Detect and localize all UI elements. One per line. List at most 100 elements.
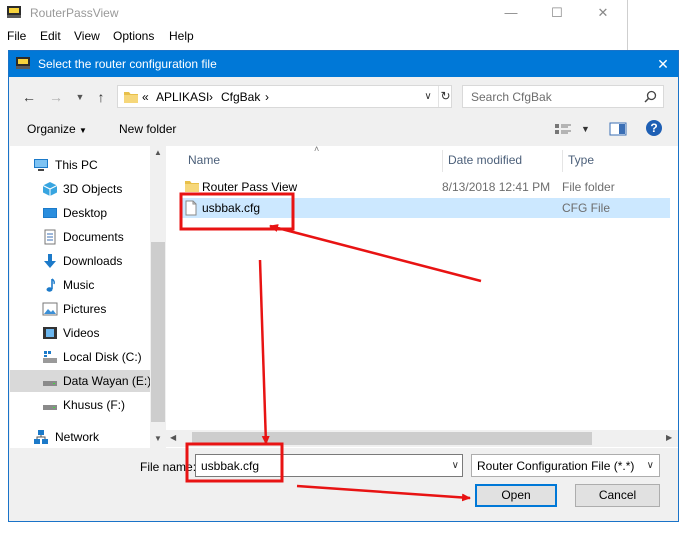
new-folder-button[interactable]: New folder (119, 122, 176, 136)
minimize-icon[interactable]: — (488, 0, 534, 26)
help-icon[interactable]: ? (646, 120, 662, 136)
scrollbar-thumb[interactable] (151, 242, 165, 422)
back-arrow-icon[interactable]: ← (19, 87, 39, 107)
nav-item-label: Music (63, 278, 95, 292)
organize-button[interactable]: Organize ▼ (27, 122, 87, 136)
pictures-icon (42, 302, 58, 316)
horizontal-scrollbar[interactable]: ◀ ▶ (166, 430, 678, 447)
parent-titlebar: RouterPassView — ☐ ✕ (0, 0, 628, 26)
computer-icon (34, 159, 48, 171)
close-icon[interactable]: ✕ (580, 0, 626, 26)
menu-edit[interactable]: Edit (40, 29, 61, 43)
parent-window-title: RouterPassView (30, 6, 119, 20)
dialog-titlebar: Select the router configuration file ✕ (9, 51, 678, 77)
nav-item-label: 3D Objects (63, 182, 123, 196)
file-name-field[interactable]: usbbak.cfg ∨ (195, 454, 463, 477)
nav-item-desktop[interactable]: Desktop (10, 202, 150, 224)
nav-item-label: Local Disk (C:) (63, 350, 142, 364)
file-type: File folder (562, 180, 615, 194)
file-name-label: File name: (140, 460, 197, 474)
menu-options[interactable]: Options (113, 29, 154, 43)
column-header-date[interactable]: Date modified (448, 153, 522, 167)
nav-item-pictures[interactable]: Pictures (10, 298, 150, 320)
nav-item-label: Pictures (63, 302, 107, 316)
music-icon (46, 278, 55, 292)
nav-item-label: Videos (63, 326, 100, 340)
file-row-router-pass-view[interactable]: Router Pass View 8/13/2018 12:41 PM File… (180, 177, 670, 197)
refresh-icon[interactable]: ↻ (438, 86, 452, 107)
drive-icon (43, 381, 57, 386)
local-disk-icon (43, 351, 57, 363)
scrollbar-thumb[interactable] (192, 432, 592, 445)
scroll-up-icon[interactable]: ▲ (154, 148, 162, 157)
breadcrumb-separator: › (265, 90, 269, 104)
view-options-icon[interactable] (554, 122, 572, 136)
breadcrumb-overflow[interactable]: « (142, 90, 149, 104)
open-file-dialog: Select the router configuration file ✕ ←… (8, 50, 679, 522)
scroll-down-icon[interactable]: ▼ (154, 434, 162, 443)
nav-item-music[interactable]: Music (10, 274, 150, 296)
chevron-down-icon[interactable]: ▼ (581, 124, 590, 134)
folder-icon (185, 181, 199, 192)
menu-help[interactable]: Help (169, 29, 194, 43)
app-icon (16, 57, 30, 69)
nav-item-downloads[interactable]: Downloads (10, 250, 150, 272)
nav-item-label: Desktop (63, 206, 108, 220)
breadcrumb-cfgbak[interactable]: CfgBak (221, 90, 260, 104)
search-input[interactable]: Search CfgBak (462, 85, 664, 108)
scroll-right-icon[interactable]: ▶ (666, 433, 672, 442)
dialog-title: Select the router configuration file (38, 57, 217, 71)
nav-item-videos[interactable]: Videos (10, 322, 150, 344)
maximize-icon[interactable]: ☐ (534, 0, 580, 26)
nav-item-local-disk[interactable]: Local Disk (C:) (10, 346, 150, 368)
close-icon[interactable]: ✕ (648, 51, 678, 77)
chevron-down-icon[interactable]: ∨ (420, 86, 436, 107)
up-arrow-icon[interactable]: ↑ (91, 87, 111, 107)
chevron-down-icon: ∨ (646, 460, 654, 471)
network-icon (34, 430, 48, 444)
file-list: ˄ Name Date modified Type Router Pass Vi… (166, 144, 678, 448)
column-header-name[interactable]: Name (188, 153, 220, 167)
nav-item-khusus[interactable]: Khusus (F:) (10, 394, 150, 416)
file-date: 8/13/2018 12:41 PM (442, 180, 551, 194)
scroll-left-icon[interactable]: ◀ (170, 433, 176, 442)
address-bar[interactable]: « APLIKASI › CfgBak › ∨ ↻ (117, 85, 452, 108)
nav-item-this-pc[interactable]: This PC (10, 154, 150, 176)
nav-item-label: Data Wayan (E:) (63, 374, 152, 388)
nav-item-label: Downloads (63, 254, 123, 268)
search-icon (644, 90, 657, 103)
breadcrumb-aplikasi[interactable]: APLIKASI (156, 90, 209, 104)
nav-item-data-wayan[interactable]: Data Wayan (E:) (10, 370, 152, 392)
column-divider[interactable] (562, 150, 563, 172)
app-icon (7, 6, 21, 18)
nav-item-network[interactable]: Network (10, 426, 150, 448)
navigation-pane: This PC 3D Objects Desktop Documents Dow… (10, 146, 166, 448)
desktop-icon (43, 208, 57, 218)
file-name-value: usbbak.cfg (201, 459, 260, 473)
menu-file[interactable]: File (7, 29, 26, 43)
videos-icon (43, 327, 57, 339)
open-button[interactable]: Open (475, 484, 557, 507)
3d-objects-icon (42, 182, 58, 196)
drive-icon (43, 405, 57, 410)
file-type-value: Router Configuration File (*.*) (477, 459, 635, 473)
downloads-icon (44, 254, 56, 268)
recent-locations-icon[interactable]: ▼ (70, 87, 90, 107)
forward-arrow-icon[interactable]: → (46, 87, 66, 107)
file-icon (185, 200, 197, 216)
preview-pane-icon[interactable] (609, 122, 627, 136)
folder-icon (124, 92, 138, 103)
file-row-usbbak[interactable]: usbbak.cfg CFG File (180, 198, 670, 218)
chevron-down-icon[interactable]: ∨ (452, 455, 459, 476)
nav-item-3d-objects[interactable]: 3D Objects (10, 178, 150, 200)
menu-view[interactable]: View (74, 29, 100, 43)
file-name: Router Pass View (202, 180, 298, 194)
menubar: File Edit View Options Help (0, 29, 628, 47)
column-divider[interactable] (442, 150, 443, 172)
nav-item-documents[interactable]: Documents (10, 226, 150, 248)
chevron-down-icon: ▼ (79, 126, 87, 135)
file-type: CFG File (562, 201, 610, 215)
cancel-button[interactable]: Cancel (575, 484, 660, 507)
column-header-type[interactable]: Type (568, 153, 594, 167)
file-type-select[interactable]: Router Configuration File (*.*) ∨ (471, 454, 660, 477)
